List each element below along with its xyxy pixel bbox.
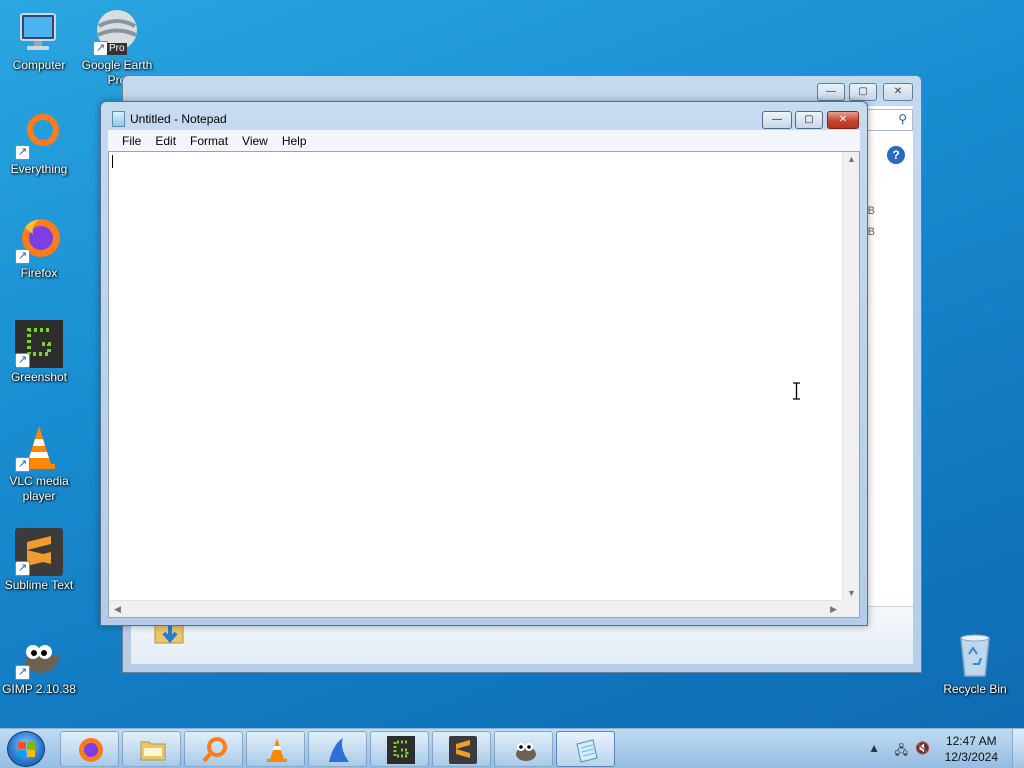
- recycle-bin-icon: [951, 632, 999, 680]
- magnifier-icon: [202, 737, 227, 763]
- scroll-right-arrow-icon[interactable]: ▶: [830, 604, 837, 615]
- desktop-icon-vlc[interactable]: ↗ VLC media player: [1, 424, 77, 504]
- search-icon: ⚲: [898, 112, 907, 126]
- desktop-icon-label: Google Earth: [81, 58, 153, 72]
- shortcut-arrow-icon: ↗: [15, 249, 30, 264]
- taskbar: ▲ 🖧 🔇 12:47 AM 12/3/2024: [0, 728, 1024, 768]
- desktop-icon-label: GIMP 2.10.38: [2, 682, 76, 696]
- taskbar-firefox[interactable]: [60, 731, 119, 767]
- volume-muted-icon[interactable]: 🔇: [915, 741, 930, 755]
- taskbar-gimp[interactable]: [494, 731, 553, 767]
- menu-edit[interactable]: Edit: [148, 134, 183, 148]
- sublime-icon: [449, 736, 477, 764]
- magnifier-ring-icon: ↗: [15, 112, 63, 160]
- folder-icon: [140, 741, 166, 761]
- start-button[interactable]: [7, 731, 45, 767]
- desktop-icon-label: Greenshot: [10, 370, 68, 384]
- taskbar-windows-explorer[interactable]: [122, 731, 181, 767]
- computer-icon: [15, 8, 63, 56]
- sublime-icon: ↗: [15, 528, 63, 576]
- wilber-icon: ↗: [15, 632, 63, 680]
- close-button[interactable]: ✕: [827, 111, 859, 129]
- traffic-cone-icon: [267, 738, 287, 762]
- taskbar-vlc[interactable]: [246, 731, 305, 767]
- pro-badge: Pro: [107, 43, 127, 55]
- desktop-icon-label: Everything: [10, 162, 68, 176]
- desktop-icon-label-line2: player: [22, 489, 56, 503]
- explorer-search-box[interactable]: ⚲: [865, 109, 913, 131]
- shortcut-arrow-icon: ↗: [15, 665, 30, 680]
- clock-time: 12:47 AM: [945, 734, 997, 748]
- globe-icon: ↗ Pro: [93, 8, 141, 56]
- shortcut-arrow-icon: ↗: [15, 353, 30, 368]
- window-title: Untitled - Notepad: [130, 112, 227, 126]
- text-caret: [112, 155, 113, 168]
- desktop-icon-firefox[interactable]: ↗ Firefox: [1, 216, 77, 281]
- explorer-size-fragment: B: [867, 226, 875, 238]
- menu-bar: File Edit Format View Help: [108, 130, 860, 151]
- menu-file[interactable]: File: [115, 134, 148, 148]
- desktop-icon-recycle-bin[interactable]: Recycle Bin: [937, 632, 1013, 697]
- explorer-close-button[interactable]: ✕: [883, 83, 913, 101]
- windows-logo-icon: [18, 742, 35, 757]
- menu-format[interactable]: Format: [183, 134, 235, 148]
- show-hidden-icons-arrow[interactable]: ▲: [868, 741, 880, 755]
- desktop-icon-greenshot[interactable]: ↗ Greenshot: [1, 320, 77, 385]
- notepad-window[interactable]: Untitled - Notepad — ▢ ✕ File Edit Forma…: [100, 101, 868, 626]
- scroll-up-arrow-icon[interactable]: ▲: [847, 154, 856, 164]
- taskbar-greenshot[interactable]: [370, 731, 429, 767]
- menu-view[interactable]: View: [235, 134, 275, 148]
- shortcut-arrow-icon: ↗: [15, 561, 30, 576]
- wilber-icon: [516, 743, 536, 761]
- desktop-icon-label: Firefox: [20, 266, 58, 280]
- traffic-cone-icon: ↗: [15, 424, 63, 472]
- menu-help[interactable]: Help: [275, 134, 314, 148]
- desktop-icon-everything[interactable]: ↗ Everything: [1, 112, 77, 177]
- desktop-icon-label: Computer: [12, 58, 66, 72]
- desktop-icon-label: Recycle Bin: [943, 682, 1007, 696]
- desktop-icon-label: Sublime Text: [4, 578, 74, 592]
- taskbar-blue-app[interactable]: [308, 731, 367, 767]
- show-desktop-button[interactable]: [1012, 729, 1024, 768]
- shortcut-arrow-icon: ↗: [93, 41, 108, 56]
- text-editor-area[interactable]: ▲ ▼ ◀ ▶: [108, 151, 860, 618]
- firefox-icon: [79, 738, 103, 762]
- explorer-minimize-button[interactable]: —: [817, 83, 845, 101]
- explorer-size-fragment: B: [867, 205, 875, 217]
- taskbar-notepad[interactable]: [556, 731, 615, 767]
- firefox-icon: ↗: [15, 216, 63, 264]
- scroll-left-arrow-icon[interactable]: ◀: [114, 604, 121, 615]
- desktop-icon-sublime-text[interactable]: ↗ Sublime Text: [1, 528, 77, 593]
- desktop-icon-computer[interactable]: Computer: [1, 8, 77, 73]
- taskbar-everything[interactable]: [184, 731, 243, 767]
- horizontal-scrollbar[interactable]: ◀ ▶: [109, 600, 842, 617]
- greenshot-icon: ↗: [15, 320, 63, 368]
- ibeam-cursor-icon: [793, 382, 800, 400]
- vertical-scrollbar[interactable]: ▲ ▼: [842, 152, 859, 600]
- desktop-icon-gimp[interactable]: ↗ GIMP 2.10.38: [1, 632, 77, 697]
- blue-sail-icon: [329, 738, 349, 762]
- shortcut-arrow-icon: ↗: [15, 457, 30, 472]
- taskbar-sublime-text[interactable]: [432, 731, 491, 767]
- shortcut-arrow-icon: ↗: [15, 145, 30, 160]
- notepad-icon: [112, 111, 125, 127]
- network-icon[interactable]: 🖧: [895, 741, 908, 762]
- scroll-down-arrow-icon[interactable]: ▼: [847, 588, 856, 598]
- system-clock[interactable]: 12:47 AM 12/3/2024: [945, 733, 998, 765]
- notepad-icon: [576, 739, 598, 763]
- greenshot-icon: [387, 736, 415, 764]
- explorer-maximize-button[interactable]: ▢: [849, 83, 877, 101]
- resize-grip[interactable]: [842, 600, 859, 617]
- clock-date: 12/3/2024: [944, 750, 998, 764]
- minimize-button[interactable]: —: [762, 111, 792, 129]
- help-icon[interactable]: ?: [887, 146, 905, 164]
- maximize-button[interactable]: ▢: [795, 111, 823, 129]
- desktop-icon-label: VLC media: [9, 474, 69, 488]
